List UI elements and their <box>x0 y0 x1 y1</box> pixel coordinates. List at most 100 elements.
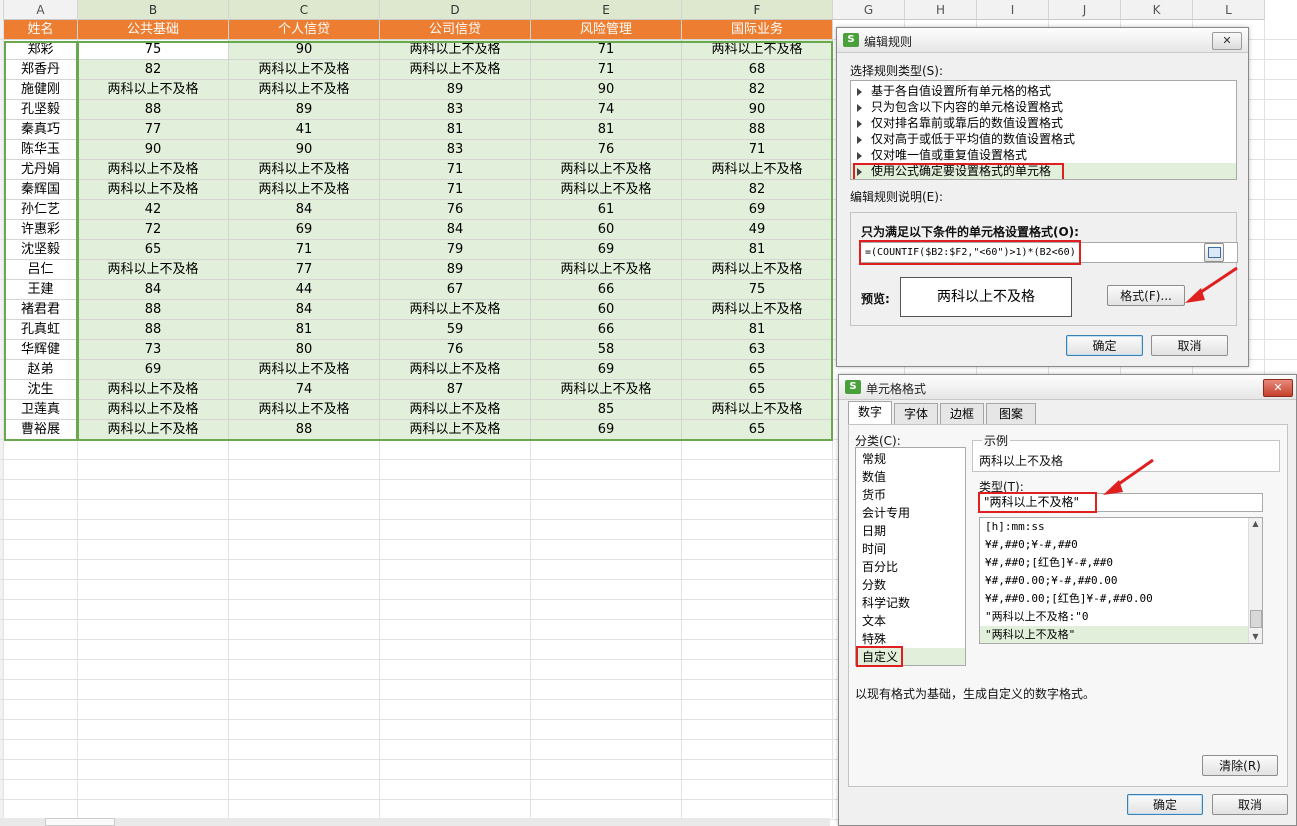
column-header-g[interactable]: G <box>833 0 905 20</box>
score-cell[interactable]: 两科以上不及格 <box>531 180 682 200</box>
name-cell[interactable]: 秦真巧 <box>4 120 78 140</box>
column-header-c[interactable]: C <box>229 0 380 20</box>
format-code-list[interactable]: [h]:mm:ss ¥#,##0;¥-#,##0 ¥#,##0;[红色]¥-#,##… <box>979 517 1263 644</box>
horizontal-scrollbar[interactable] <box>0 818 830 826</box>
tab-font[interactable]: 字体 <box>894 403 938 424</box>
close-button[interactable]: ✕ <box>1212 32 1242 50</box>
tab-pattern[interactable]: 图案 <box>986 403 1036 424</box>
score-cell[interactable]: 两科以上不及格 <box>380 360 531 380</box>
name-cell[interactable]: 郑彩 <box>4 40 78 60</box>
column-header-h[interactable]: H <box>905 0 977 20</box>
score-cell[interactable]: 88 <box>78 320 229 340</box>
name-cell[interactable]: 吕仁 <box>4 260 78 280</box>
score-cell[interactable]: 71 <box>380 160 531 180</box>
category-item[interactable]: 自定义 <box>856 648 965 665</box>
score-cell[interactable]: 两科以上不及格 <box>229 360 380 380</box>
score-cell[interactable]: 68 <box>682 60 833 80</box>
score-cell[interactable]: 80 <box>229 340 380 360</box>
score-cell[interactable]: 67 <box>380 280 531 300</box>
score-cell[interactable]: 82 <box>682 180 833 200</box>
score-cell[interactable]: 两科以上不及格 <box>78 400 229 420</box>
name-cell[interactable]: 褚君君 <box>4 300 78 320</box>
score-cell[interactable]: 60 <box>531 220 682 240</box>
score-cell[interactable]: 69 <box>531 360 682 380</box>
close-button[interactable]: ✕ <box>1263 379 1293 397</box>
score-cell[interactable]: 89 <box>229 100 380 120</box>
score-cell[interactable]: 71 <box>229 240 380 260</box>
score-cell[interactable]: 两科以上不及格 <box>229 60 380 80</box>
score-cell[interactable]: 74 <box>229 380 380 400</box>
rule-type-item[interactable]: 使用公式确定要设置格式的单元格 <box>851 163 1236 179</box>
format-code-item[interactable]: ¥#,##0;[红色]¥-#,##0 <box>985 554 1113 572</box>
score-cell[interactable]: 71 <box>682 140 833 160</box>
score-cell[interactable]: 69 <box>78 360 229 380</box>
score-cell[interactable]: 89 <box>380 260 531 280</box>
scroll-up-icon[interactable]: ▲ <box>1249 518 1262 530</box>
category-item[interactable]: 货币 <box>862 486 886 504</box>
name-cell[interactable]: 孙仁艺 <box>4 200 78 220</box>
rule-type-list[interactable]: 基于各自值设置所有单元格的格式 只为包含以下内容的单元格设置格式 仅对排名靠前或靠后… <box>850 80 1237 180</box>
score-cell[interactable]: 71 <box>531 60 682 80</box>
rule-type-item[interactable]: 仅对排名靠前或靠后的数值设置格式 <box>857 115 1063 131</box>
score-cell[interactable]: 81 <box>531 120 682 140</box>
name-cell[interactable]: 尤丹娟 <box>4 160 78 180</box>
score-cell[interactable]: 两科以上不及格 <box>78 80 229 100</box>
type-input[interactable]: "两科以上不及格" <box>979 493 1263 512</box>
format-code-item[interactable]: "两科以上不及格" <box>980 626 1248 643</box>
scroll-down-icon[interactable]: ▼ <box>1249 631 1262 643</box>
score-cell[interactable]: 两科以上不及格 <box>78 380 229 400</box>
score-cell[interactable]: 82 <box>682 80 833 100</box>
score-cell[interactable]: 两科以上不及格 <box>682 40 833 60</box>
table-header-cell[interactable]: 风险管理 <box>531 20 682 40</box>
score-cell[interactable]: 90 <box>682 100 833 120</box>
format-list-scrollbar[interactable]: ▲ ▼ <box>1248 518 1262 643</box>
score-cell[interactable]: 41 <box>229 120 380 140</box>
score-cell[interactable]: 87 <box>380 380 531 400</box>
category-item[interactable]: 文本 <box>862 612 886 630</box>
tab-border[interactable]: 边框 <box>940 403 984 424</box>
score-cell[interactable]: 69 <box>531 240 682 260</box>
score-cell[interactable]: 88 <box>78 300 229 320</box>
name-cell[interactable]: 赵弟 <box>4 360 78 380</box>
table-header-cell[interactable]: 公共基础 <box>78 20 229 40</box>
category-item[interactable]: 百分比 <box>862 558 898 576</box>
score-cell[interactable]: 两科以上不及格 <box>229 80 380 100</box>
score-cell[interactable]: 88 <box>229 420 380 440</box>
score-cell[interactable]: 69 <box>682 200 833 220</box>
score-cell[interactable]: 61 <box>531 200 682 220</box>
score-cell[interactable]: 89 <box>380 80 531 100</box>
table-header-cell[interactable]: 个人信贷 <box>229 20 380 40</box>
score-cell[interactable]: 71 <box>380 180 531 200</box>
score-cell[interactable]: 76 <box>531 140 682 160</box>
score-cell[interactable]: 两科以上不及格 <box>531 260 682 280</box>
score-cell[interactable]: 两科以上不及格 <box>531 380 682 400</box>
format-code-item[interactable]: ¥#,##0.00;¥-#,##0.00 <box>985 572 1117 590</box>
score-cell[interactable]: 两科以上不及格 <box>531 160 682 180</box>
edit-rule-titlebar[interactable]: S 编辑规则 ✕ <box>837 28 1248 53</box>
score-cell[interactable]: 63 <box>682 340 833 360</box>
score-cell[interactable]: 84 <box>229 200 380 220</box>
tab-number[interactable]: 数字 <box>848 401 892 425</box>
score-cell[interactable]: 58 <box>531 340 682 360</box>
cancel-button[interactable]: 取消 <box>1151 335 1228 356</box>
clear-button[interactable]: 清除(R) <box>1202 755 1278 776</box>
rule-type-item[interactable]: 仅对高于或低于平均值的数值设置格式 <box>857 131 1075 147</box>
name-cell[interactable]: 卫莲真 <box>4 400 78 420</box>
ok-button[interactable]: 确定 <box>1066 335 1143 356</box>
score-cell[interactable]: 81 <box>380 120 531 140</box>
score-cell[interactable]: 84 <box>78 280 229 300</box>
rule-type-item[interactable]: 基于各自值设置所有单元格的格式 <box>857 83 1051 99</box>
score-cell[interactable]: 两科以上不及格 <box>380 420 531 440</box>
score-cell[interactable]: 90 <box>531 80 682 100</box>
score-cell[interactable]: 90 <box>78 140 229 160</box>
score-cell[interactable]: 两科以上不及格 <box>78 420 229 440</box>
category-item[interactable]: 科学记数 <box>862 594 910 612</box>
score-cell[interactable]: 88 <box>78 100 229 120</box>
score-cell[interactable]: 76 <box>380 340 531 360</box>
name-cell[interactable]: 曹裕展 <box>4 420 78 440</box>
scrollbar-thumb[interactable] <box>45 818 115 826</box>
name-cell[interactable]: 施健刚 <box>4 80 78 100</box>
category-item[interactable]: 数值 <box>862 468 886 486</box>
name-cell[interactable]: 许惠彩 <box>4 220 78 240</box>
score-cell[interactable]: 两科以上不及格 <box>380 300 531 320</box>
